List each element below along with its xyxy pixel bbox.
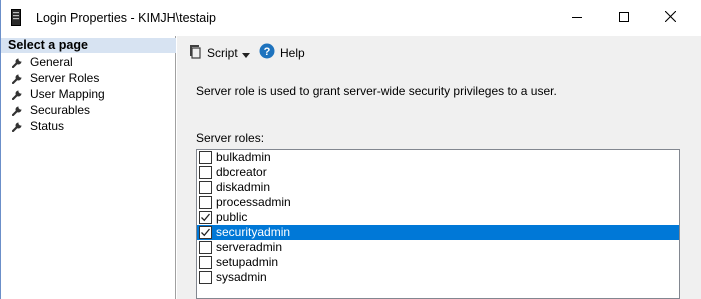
wrench-icon [11, 88, 24, 101]
help-icon: ? [259, 43, 275, 62]
role-name: bulkadmin [216, 150, 271, 164]
page-item-label: Server Roles [30, 71, 100, 85]
role-checkbox[interactable] [199, 241, 212, 254]
role-checkbox[interactable] [199, 226, 212, 239]
role-item[interactable]: sysadmin [197, 270, 679, 285]
wrench-icon [11, 56, 24, 69]
page-item-label: Securables [30, 103, 91, 117]
role-checkbox[interactable] [199, 166, 212, 179]
role-name: public [216, 210, 248, 224]
role-item[interactable]: securityadmin [197, 225, 679, 240]
role-item[interactable]: setupadmin [197, 255, 679, 270]
page-item-status[interactable]: Status [1, 118, 176, 134]
title-bar[interactable]: Login Properties - KIMJH\testaip [1, 0, 701, 36]
role-item[interactable]: bulkadmin [197, 150, 679, 165]
role-item[interactable]: public [197, 210, 679, 225]
role-item[interactable]: dbcreator [197, 165, 679, 180]
toolbar: Script ? Help [177, 36, 701, 68]
page-item-label: General [30, 55, 73, 69]
role-name: serveradmin [216, 240, 283, 254]
role-checkbox[interactable] [199, 196, 212, 209]
role-checkbox[interactable] [199, 256, 212, 269]
page-item-user-mapping[interactable]: User Mapping [1, 86, 176, 102]
server-roles-label: Server roles: [196, 131, 265, 145]
script-label: Script [207, 45, 238, 60]
script-dropdown-arrow[interactable] [242, 47, 250, 61]
wrench-icon [11, 104, 24, 117]
page-item-label: Status [30, 119, 65, 133]
wrench-icon [11, 120, 24, 133]
role-checkbox[interactable] [199, 271, 212, 284]
role-name: diskadmin [216, 180, 271, 194]
server-roles-list[interactable]: bulkadmin dbcreator diskadmin processadmin p… [196, 149, 680, 299]
description-text: Server role is used to grant server-wide… [196, 84, 557, 98]
script-button[interactable]: Script [187, 44, 238, 61]
role-item[interactable]: processadmin [197, 195, 679, 210]
page-item-server-roles[interactable]: Server Roles [1, 70, 176, 86]
page-item-securables[interactable]: Securables [1, 102, 176, 118]
role-item[interactable]: diskadmin [197, 180, 679, 195]
page-item-general[interactable]: General [1, 54, 176, 70]
help-label: Help [280, 45, 305, 60]
role-name: dbcreator [216, 165, 267, 179]
role-name: securityadmin [216, 225, 291, 239]
login-properties-window: Login Properties - KIMJH\testaip Select … [0, 0, 701, 299]
maximize-icon [619, 11, 629, 25]
page-list: General Server Roles User Mapping Secura… [1, 54, 176, 134]
page-item-label: User Mapping [30, 87, 105, 101]
role-name: setupadmin [216, 255, 279, 269]
server-roles-page: Script ? Help Server role is used to gra… [177, 36, 701, 299]
select-page-header: Select a page [1, 38, 176, 53]
svg-text:?: ? [264, 46, 271, 58]
close-button[interactable] [647, 0, 693, 36]
help-button[interactable]: ? Help [259, 43, 305, 62]
script-icon [187, 44, 202, 62]
role-checkbox[interactable] [199, 211, 212, 224]
maximize-button[interactable] [601, 0, 647, 36]
window-title: Login Properties - KIMJH\testaip [36, 11, 216, 25]
role-checkbox[interactable] [199, 181, 212, 194]
role-checkbox[interactable] [199, 151, 212, 164]
wrench-icon [11, 72, 24, 85]
app-icon [11, 9, 21, 26]
minimize-icon [572, 11, 582, 25]
close-icon [664, 10, 676, 25]
select-page-panel: Select a page General Server Roles User … [1, 36, 176, 299]
role-name: sysadmin [216, 270, 267, 284]
minimize-button[interactable] [554, 0, 600, 36]
role-name: processadmin [216, 195, 291, 209]
role-item[interactable]: serveradmin [197, 240, 679, 255]
